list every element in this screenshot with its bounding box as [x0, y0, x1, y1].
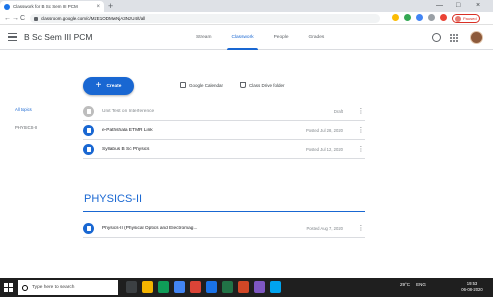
profile-button[interactable]: Paused	[452, 14, 480, 23]
topic-all[interactable]: All topics	[15, 107, 70, 112]
google-apps-icon[interactable]	[450, 34, 458, 42]
plus-icon: +	[95, 80, 102, 91]
taskbar-clock[interactable]: 19:53 06-08-2020	[455, 281, 489, 293]
topics-list: All topics PHYSICS-II	[15, 107, 70, 143]
lock-icon	[34, 16, 38, 21]
mail-icon[interactable]	[174, 281, 185, 293]
item-date: Posted Aug 7, 2020	[306, 225, 343, 231]
reload-button[interactable]: C	[20, 13, 25, 24]
assignment-icon	[83, 105, 94, 117]
list-item[interactable]: Unit Test on Interference Draft ⋮	[83, 102, 365, 121]
omnibox[interactable]: classroom.google.com/c/MzE1ODMwNjA3NzU4/…	[30, 14, 380, 23]
address-bar: ← → C classroom.google.com/c/MzE1ODMwNjA…	[0, 12, 493, 25]
topic-section-title[interactable]: PHYSICS-II	[84, 193, 142, 205]
create-label: Create	[106, 83, 122, 89]
store-icon[interactable]	[158, 281, 169, 293]
item-date: Draft	[333, 108, 343, 114]
calendar-icon	[180, 82, 186, 88]
classwork-list: Unit Test on Interference Draft ⋮ e-Path…	[83, 102, 365, 159]
bookmark-star-icon[interactable]	[392, 14, 399, 21]
tab-people[interactable]: People	[264, 26, 299, 50]
browser-tabstrip: Classwork for B Sc Sem III PCM × + — □ ×	[0, 0, 493, 12]
course-title[interactable]: B Sc Sem III PCM	[24, 32, 93, 42]
main-menu-icon[interactable]	[8, 33, 17, 41]
google-calendar-button[interactable]: Google Calendar	[180, 82, 223, 88]
extension-icon[interactable]	[404, 14, 411, 21]
extension-icon[interactable]	[440, 14, 447, 21]
classroom-header: B Sc Sem III PCM Stream Classwork People…	[0, 26, 493, 50]
word-icon[interactable]	[206, 281, 217, 293]
drive-icon	[240, 82, 246, 88]
app-icon[interactable]	[270, 281, 281, 293]
tab-grades[interactable]: Grades	[299, 26, 335, 50]
excel-icon[interactable]	[222, 281, 233, 293]
material-icon	[83, 143, 94, 155]
profile-status: Paused	[463, 16, 477, 21]
more-options-icon[interactable]: ⋮	[357, 146, 365, 153]
powerpoint-icon[interactable]	[238, 281, 249, 293]
item-title: Unit Test on Interference	[102, 108, 155, 114]
more-options-icon[interactable]: ⋮	[357, 225, 365, 232]
search-placeholder: Type here to search	[32, 285, 75, 290]
section-divider	[83, 211, 365, 212]
classroom-favicon-icon	[4, 3, 10, 10]
material-icon	[83, 124, 94, 136]
item-date: Posted Jul 28, 2020	[305, 127, 343, 133]
topic-physics-ii[interactable]: PHYSICS-II	[15, 125, 70, 130]
language-indicator[interactable]: ENG	[416, 282, 426, 287]
item-title: Physics-II (Physical Optics and Electrom…	[102, 225, 198, 231]
minimize-button[interactable]: —	[436, 0, 443, 12]
drive-label: Class Drive folder	[249, 82, 285, 88]
browser-tab-title: Classwork for B Sc Sem III PCM	[13, 4, 78, 9]
taskbar-search-input[interactable]: Type here to search	[18, 280, 118, 295]
file-explorer-icon[interactable]	[142, 281, 153, 293]
chrome-icon[interactable]	[190, 281, 201, 293]
close-tab-icon[interactable]: ×	[96, 4, 100, 10]
back-button[interactable]: ←	[4, 13, 11, 24]
system-tray: 29°C ENG	[400, 282, 426, 287]
more-options-icon[interactable]: ⋮	[357, 127, 365, 134]
profile-avatar-icon	[455, 15, 461, 22]
create-button[interactable]: + Create	[83, 77, 134, 95]
material-icon	[83, 222, 94, 234]
topic-item-list: Physics-II (Physical Optics and Electrom…	[83, 219, 365, 238]
settings-gear-icon[interactable]	[432, 33, 441, 42]
app-icon[interactable]	[254, 281, 265, 293]
list-item[interactable]: Physics-II (Physical Optics and Electrom…	[83, 219, 365, 238]
search-icon	[22, 284, 28, 291]
tab-stream[interactable]: Stream	[186, 26, 221, 50]
tab-classwork[interactable]: Classwork	[221, 26, 263, 50]
taskbar-apps	[126, 281, 281, 293]
calendar-label: Google Calendar	[189, 82, 224, 88]
maximize-button[interactable]: □	[456, 0, 460, 12]
user-avatar[interactable]	[470, 31, 483, 44]
close-window-button[interactable]: ×	[476, 0, 480, 12]
extension-puzzle-icon[interactable]	[428, 14, 435, 21]
task-view-icon[interactable]	[126, 281, 137, 293]
list-item[interactable]: Syllabus B Sc Physics Posted Jul 12, 202…	[83, 140, 365, 159]
weather-text[interactable]: 29°C	[400, 282, 410, 287]
class-drive-folder-button[interactable]: Class Drive folder	[240, 82, 285, 88]
forward-button[interactable]: →	[12, 13, 19, 24]
item-title: Syllabus B Sc Physics	[102, 146, 150, 152]
list-item[interactable]: e-Pathshala ETMR Link Posted Jul 28, 202…	[83, 121, 365, 140]
browser-tab[interactable]: Classwork for B Sc Sem III PCM ×	[0, 1, 104, 12]
extension-icon[interactable]	[416, 14, 423, 21]
course-tabs: Stream Classwork People Grades	[186, 26, 334, 50]
windows-start-icon[interactable]	[4, 283, 13, 292]
item-title: e-Pathshala ETMR Link	[102, 127, 153, 133]
item-date: Posted Jul 12, 2020	[305, 146, 343, 152]
windows-taskbar: Type here to search 29°C ENG 19:53 06-08…	[0, 278, 493, 297]
url-text: classroom.google.com/c/MzE1ODMwNjA3NzU4/…	[41, 16, 146, 21]
clock-date: 06-08-2020	[461, 287, 483, 292]
more-options-icon[interactable]: ⋮	[357, 108, 365, 115]
new-tab-button[interactable]: +	[108, 1, 113, 11]
